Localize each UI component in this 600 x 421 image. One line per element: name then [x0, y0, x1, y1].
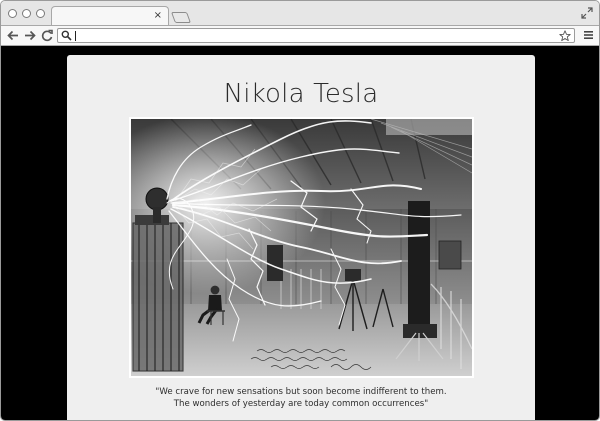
- lightning-lab-illustration: [131, 119, 472, 376]
- content-card: Nikola Tesla "We crave for new sensation…: [67, 55, 535, 420]
- browser-window: × Nikola Tesla "We crave for new sensati…: [0, 0, 600, 421]
- quote-line-2: The wonders of yesterday are today commo…: [173, 399, 429, 409]
- tab-active[interactable]: ×: [51, 6, 169, 25]
- zoom-window-button[interactable]: [36, 9, 45, 18]
- reload-icon: [41, 29, 53, 42]
- quote-text: "We crave for new sensations but soon be…: [67, 386, 535, 410]
- arrow-right-icon: [25, 30, 36, 41]
- toolbar: [1, 25, 599, 46]
- search-icon: [61, 30, 72, 41]
- forward-button[interactable]: [23, 28, 37, 43]
- close-window-button[interactable]: [8, 9, 17, 18]
- text-caret: [75, 31, 76, 41]
- address-bar[interactable]: [57, 28, 575, 43]
- page-title: Nikola Tesla: [223, 79, 379, 109]
- back-button[interactable]: [6, 28, 20, 43]
- arrow-left-icon: [7, 30, 18, 41]
- star-icon[interactable]: [559, 30, 571, 42]
- expand-icon[interactable]: [581, 7, 593, 19]
- minimize-window-button[interactable]: [22, 9, 31, 18]
- page-viewport: Nikola Tesla "We crave for new sensation…: [1, 46, 599, 420]
- address-input[interactable]: [78, 29, 548, 42]
- tab-strip: ×: [1, 1, 599, 25]
- reload-button[interactable]: [40, 28, 54, 43]
- hamburger-menu-icon[interactable]: [584, 30, 593, 40]
- quote-line-1: "We crave for new sensations but soon be…: [155, 387, 447, 397]
- tab-close-icon[interactable]: ×: [154, 10, 162, 22]
- tesla-lab-photo: [129, 117, 474, 378]
- new-tab-button[interactable]: [170, 12, 192, 23]
